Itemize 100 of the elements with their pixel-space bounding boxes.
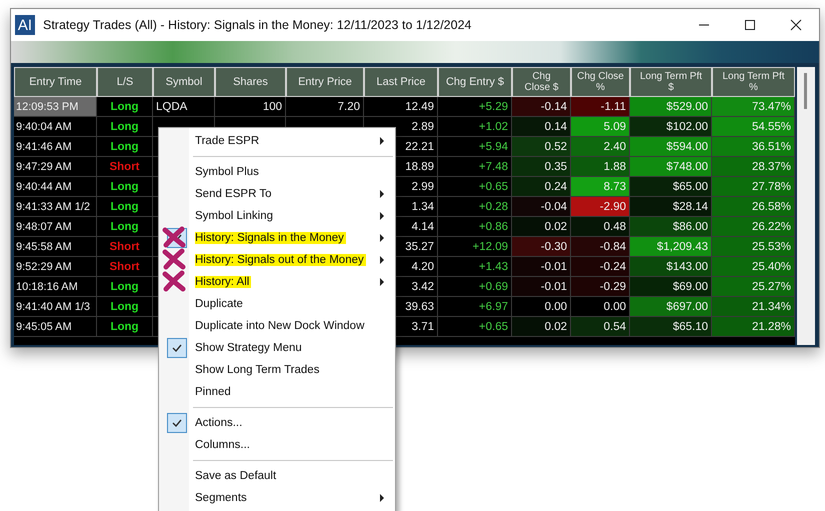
menu-label: Duplicate into New Dock Window <box>195 320 366 332</box>
table-cell[interactable]: 9:48:07 AM <box>14 217 97 237</box>
table-cell: 12.49 <box>364 97 438 117</box>
menu-item[interactable]: Save as Default <box>159 465 395 487</box>
table-cell: 0.14 <box>512 117 571 137</box>
menu-label: Trade ESPR <box>195 135 260 147</box>
table-cell: $1,209.43 <box>630 237 712 257</box>
table-cell: Long <box>97 197 153 217</box>
app-logo: AI <box>15 15 35 35</box>
table-cell: 25.27% <box>712 277 795 297</box>
column-header[interactable]: L/S <box>97 67 153 97</box>
menu-label: Save as Default <box>195 470 278 482</box>
table-cell: Long <box>97 177 153 197</box>
table-cell: -0.24 <box>571 257 630 277</box>
table-cell: 25.53% <box>712 237 795 257</box>
table-cell: 54.55% <box>712 117 795 137</box>
table-cell: $748.00 <box>630 157 712 177</box>
menu-label: Symbol Plus <box>195 166 260 178</box>
maximize-icon[interactable] <box>744 19 756 31</box>
menu-label: Show Strategy Menu <box>195 342 303 354</box>
table-cell: -0.84 <box>571 237 630 257</box>
table-cell: Long <box>97 137 153 157</box>
column-header[interactable]: Entry Time <box>14 67 97 97</box>
table-cell: 0.35 <box>512 157 571 177</box>
highlighted-label: History: All <box>195 276 252 288</box>
table-cell: -0.30 <box>512 237 571 257</box>
table-cell[interactable]: 9:40:04 AM <box>14 117 97 137</box>
menu-item[interactable]: Actions... <box>159 412 395 434</box>
table-cell: $529.00 <box>630 97 712 117</box>
table-cell: Short <box>97 237 153 257</box>
menu-item[interactable]: Pinned <box>159 381 395 403</box>
table-cell: 0.00 <box>571 297 630 317</box>
table-cell[interactable]: 9:45:58 AM <box>14 237 97 257</box>
table-cell: 73.47% <box>712 97 795 117</box>
table-cell: $143.00 <box>630 257 712 277</box>
table-cell: 26.58% <box>712 197 795 217</box>
column-header[interactable]: Long Term Pft % <box>712 67 795 97</box>
menu-label: Segments <box>195 492 248 504</box>
close-icon[interactable] <box>790 19 802 31</box>
menu-item[interactable]: Show Strategy Menu <box>159 337 395 359</box>
table-cell[interactable]: 12:09:53 PM <box>14 97 97 117</box>
column-header[interactable]: Entry Price <box>286 67 364 97</box>
table-cell: 0.52 <box>512 137 571 157</box>
table-cell: Long <box>97 117 153 137</box>
column-header[interactable]: Symbol <box>153 67 215 97</box>
table-cell[interactable]: 9:40:44 AM <box>14 177 97 197</box>
table-cell: Long <box>97 277 153 297</box>
column-header[interactable]: Last Price <box>364 67 438 97</box>
table-cell[interactable]: 9:52:29 AM <box>14 257 97 277</box>
table-cell[interactable]: 10:18:16 AM <box>14 277 97 297</box>
table-cell: 100 <box>215 97 286 117</box>
table-cell: 0.24 <box>512 177 571 197</box>
column-header[interactable]: Chg Close % <box>571 67 630 97</box>
table-cell: -0.01 <box>512 257 571 277</box>
table-cell: 0.02 <box>512 217 571 237</box>
table-cell: 2.40 <box>571 137 630 157</box>
table-cell: 36.51% <box>712 137 795 157</box>
column-header[interactable]: Chg Entry $ <box>438 67 512 97</box>
column-header[interactable]: Long Term Pft $ <box>630 67 712 97</box>
table-cell: $594.00 <box>630 137 712 157</box>
table-cell: -2.90 <box>571 197 630 217</box>
table-cell: -0.14 <box>512 97 571 117</box>
menu-item[interactable]: Show Long Term Trades <box>159 359 395 381</box>
highlighted-label: History: Signals in the Money <box>195 232 346 244</box>
table-cell: 0.54 <box>571 317 630 337</box>
menu-item[interactable]: Columns... <box>159 434 395 456</box>
column-header[interactable]: Chg Close $ <box>512 67 571 97</box>
table-cell[interactable]: 9:41:33 AM 1/2 <box>14 197 97 217</box>
table-cell: $69.00 <box>630 277 712 297</box>
table-cell[interactable]: 9:41:46 AM <box>14 137 97 157</box>
table-cell: -0.01 <box>512 277 571 297</box>
table-cell: Long <box>97 317 153 337</box>
scrollbar[interactable] <box>797 67 815 345</box>
table-cell: 8.73 <box>571 177 630 197</box>
menu-label: Symbol Linking <box>195 210 274 222</box>
table-cell: -0.29 <box>571 277 630 297</box>
table-cell: 0.02 <box>512 317 571 337</box>
scroll-thumb[interactable] <box>804 73 807 109</box>
table-cell: -1.11 <box>571 97 630 117</box>
table-cell: 5.09 <box>571 117 630 137</box>
menu-label: Send ESPR To <box>195 188 273 200</box>
table-cell: 26.22% <box>712 217 795 237</box>
table-cell: $28.14 <box>630 197 712 217</box>
table-cell: Short <box>97 257 153 277</box>
table-cell: Short <box>97 157 153 177</box>
table-cell[interactable]: 9:45:05 AM <box>14 317 97 337</box>
table-cell: 25.40% <box>712 257 795 277</box>
table-cell: Long <box>97 97 153 117</box>
menu-label: Pinned <box>195 386 232 398</box>
window-title: Strategy Trades (All) - History: Signals in the Money: 12/11/2023 to 1/12/2024 <box>43 18 472 32</box>
table-cell: 27.78% <box>712 177 795 197</box>
table-cell[interactable]: 9:47:29 AM <box>14 157 97 177</box>
table-cell: 7.20 <box>286 97 364 117</box>
menu-item[interactable]: Segments <box>159 487 395 509</box>
column-header[interactable]: Shares <box>215 67 286 97</box>
highlighted-label: History: Signals out of the Money <box>195 254 366 266</box>
table-cell: Long <box>97 217 153 237</box>
menu-label: Columns... <box>195 439 251 451</box>
table-cell[interactable]: 9:41:40 AM 1/3 <box>14 297 97 317</box>
table-cell: 21.34% <box>712 297 795 317</box>
